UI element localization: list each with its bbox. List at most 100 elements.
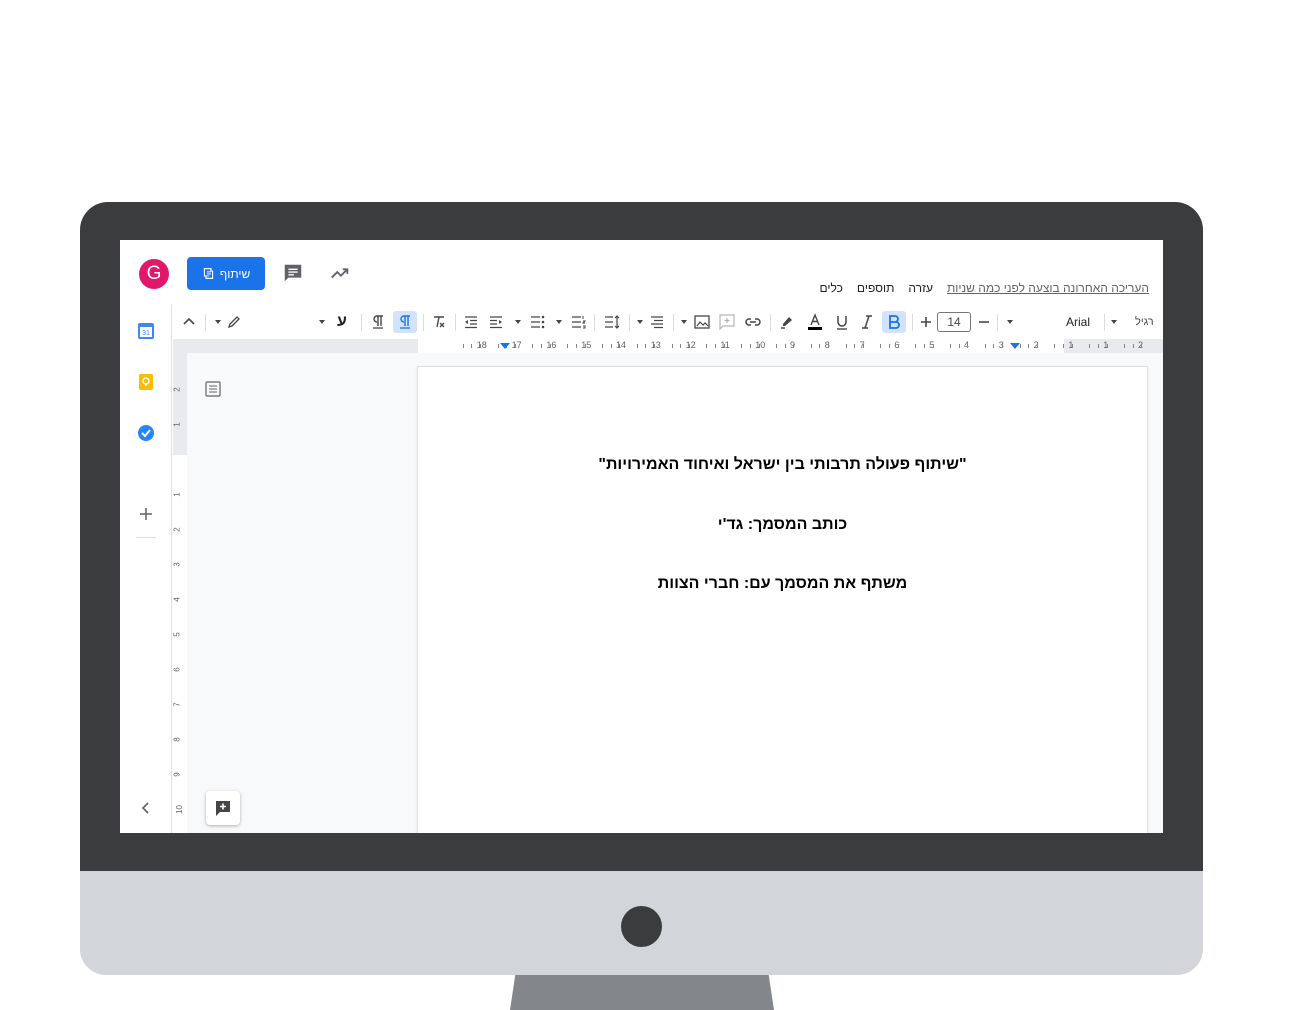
ruler-tick — [619, 344, 621, 348]
image-dropdown[interactable] — [679, 313, 689, 331]
underline-icon[interactable] — [832, 313, 852, 331]
document-shared-line: משתף את המסמך עם: חברי הצוות — [657, 575, 908, 592]
align-dropdown[interactable] — [635, 313, 645, 331]
menu-tools[interactable]: כלים — [819, 281, 842, 297]
collapse-rail-icon[interactable] — [137, 799, 155, 817]
ruler-tick — [549, 344, 551, 348]
bold-icon[interactable] — [882, 311, 906, 333]
left-indent-marker[interactable] — [500, 343, 510, 349]
insert-image-icon[interactable] — [692, 313, 712, 331]
toolbar-divider — [1104, 314, 1105, 331]
increase-indent-icon[interactable] — [486, 313, 506, 331]
clear-formatting-icon[interactable] — [429, 313, 449, 331]
document-page[interactable]: "שיתוף פעולה תרבותי בין ישראל ואיחוד האמ… — [418, 367, 1147, 833]
ruler-tick — [1063, 344, 1064, 348]
share-button[interactable]: שיתוף — [187, 257, 265, 290]
vruler-number: 10 — [174, 805, 184, 814]
style-dropdown[interactable] — [1109, 313, 1119, 331]
rtl-paragraph-icon[interactable] — [393, 311, 417, 333]
document-title: "שיתוף פעולה תרבותי בין ישראל ואיחוד האמ… — [598, 456, 967, 473]
rail-divider — [136, 537, 156, 538]
ruler-tick — [706, 344, 708, 348]
account-avatar[interactable]: G — [139, 259, 169, 289]
last-edit-link[interactable]: העריכה האחרונה בוצעה לפני כמה שניות — [947, 281, 1149, 297]
input-tools-button[interactable]: ע — [333, 313, 351, 331]
decrease-font-size-icon[interactable] — [975, 313, 993, 331]
ruler-tick — [1054, 344, 1056, 348]
ruler-tick — [497, 344, 499, 348]
activity-trend-icon[interactable] — [329, 262, 351, 284]
ruler-tick — [1089, 344, 1091, 348]
font-family-select[interactable]: Arial — [1053, 313, 1103, 331]
paragraph-style-select[interactable]: רגיל — [1135, 313, 1163, 331]
ruler-tick — [880, 344, 882, 348]
add-addon-icon[interactable] — [137, 505, 155, 523]
ruler-tick — [654, 344, 656, 348]
keep-icon[interactable] — [137, 373, 155, 391]
ruler-tick — [671, 344, 673, 348]
italic-icon[interactable] — [857, 313, 877, 331]
highlight-color-icon[interactable] — [777, 313, 797, 331]
ruler-tick — [1141, 344, 1143, 348]
ruler-tick — [819, 344, 821, 348]
toolbar-divider — [673, 314, 674, 331]
docs-screen: G שיתוף כלים תוספים עזרה העריכה האחרונה … — [120, 240, 1163, 833]
ruler-tick — [958, 344, 960, 348]
vruler-number: 1 — [172, 492, 182, 497]
increase-font-size-icon[interactable] — [917, 313, 935, 331]
ruler-tick — [1132, 344, 1134, 348]
comments-icon[interactable] — [282, 262, 304, 284]
align-right-icon[interactable] — [647, 313, 667, 331]
vruler-number: 1 — [172, 422, 182, 427]
ruler-tick — [845, 344, 847, 348]
menu-help[interactable]: עזרה — [908, 281, 933, 297]
ruler-tick — [715, 344, 716, 348]
ruler-tick — [993, 344, 995, 348]
ruler-tick — [601, 344, 603, 348]
add-comment-toolbar-icon[interactable] — [717, 313, 737, 331]
ruler-tick — [567, 344, 569, 348]
ruler-tick — [749, 344, 751, 348]
vruler-number: 2 — [172, 387, 182, 392]
decrease-indent-icon[interactable] — [461, 313, 481, 331]
ruler-tick — [480, 344, 482, 348]
formatting-toolbar: ע 14 Arial רגיל — [173, 305, 1163, 339]
ruler-number: 17 — [511, 340, 522, 350]
ruler-tick — [949, 344, 951, 348]
ruler-tick — [575, 344, 577, 348]
ruler-tick — [984, 344, 986, 348]
document-outline-icon[interactable] — [205, 381, 221, 397]
toolbar-divider — [455, 314, 456, 331]
editing-mode-dropdown[interactable] — [213, 313, 223, 331]
menu-addons[interactable]: תוספים — [857, 281, 895, 297]
ruler-tick — [514, 344, 516, 348]
font-size-input[interactable]: 14 — [937, 312, 971, 332]
pencil-icon[interactable] — [225, 313, 243, 331]
monitor-logo-dot — [621, 906, 662, 947]
input-tools-dropdown[interactable] — [317, 313, 327, 331]
monitor-stand — [510, 975, 774, 1010]
right-indent-marker[interactable] — [1010, 343, 1020, 349]
calendar-icon[interactable]: 31 — [137, 322, 155, 340]
hide-menus-icon[interactable] — [179, 313, 199, 331]
tasks-icon[interactable] — [137, 424, 155, 442]
add-comment-button[interactable] — [206, 791, 240, 825]
vruler-number: 6 — [172, 667, 182, 672]
bulleted-list-icon[interactable] — [527, 313, 547, 331]
ruler-tick — [688, 344, 690, 348]
insert-link-icon[interactable] — [742, 313, 764, 331]
vertical-ruler: 2 1 1 2 3 4 5 6 7 8 9 10 — [173, 353, 187, 833]
ruler-tick — [610, 344, 612, 348]
ruler-tick — [1036, 344, 1038, 348]
ltr-paragraph-icon[interactable] — [368, 313, 388, 331]
ruler-tick — [793, 344, 795, 348]
ruler-tick — [1071, 344, 1073, 348]
numbered-list-icon[interactable] — [568, 313, 588, 331]
numbered-list-dropdown[interactable] — [554, 313, 564, 331]
vruler-number: 3 — [172, 562, 182, 567]
font-dropdown[interactable] — [1005, 313, 1015, 331]
text-color-icon[interactable] — [804, 313, 826, 331]
bulleted-list-dropdown[interactable] — [513, 313, 523, 331]
line-spacing-icon[interactable] — [601, 313, 623, 331]
ruler-tick — [889, 344, 890, 348]
